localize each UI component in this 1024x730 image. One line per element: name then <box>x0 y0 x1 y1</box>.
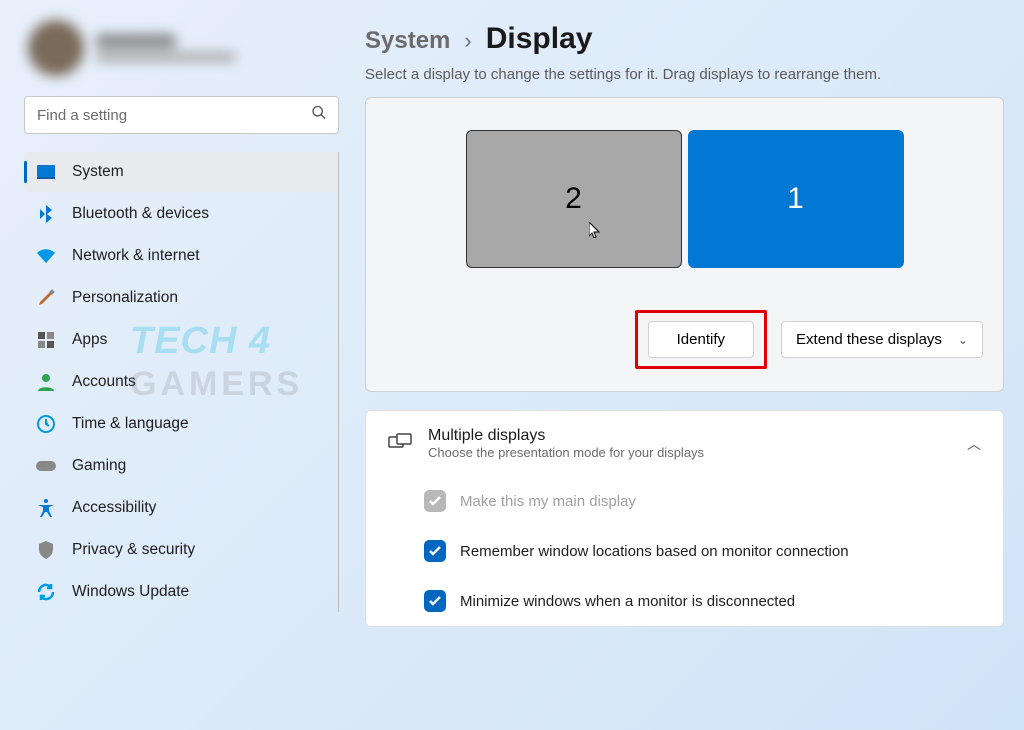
apps-icon <box>36 330 56 350</box>
nav-label: Personalization <box>72 289 178 307</box>
group-title-block: Multiple displays Choose the presentatio… <box>428 427 949 460</box>
update-icon <box>36 582 56 602</box>
search-input[interactable] <box>24 96 339 134</box>
search-row <box>24 96 339 134</box>
sidebar-item-accounts[interactable]: Accounts <box>24 362 338 402</box>
option-label: Minimize windows when a monitor is disco… <box>460 593 981 610</box>
user-profile-block[interactable] <box>24 12 339 96</box>
display-mode-dropdown[interactable]: Extend these displays ⌄ <box>781 321 983 358</box>
option-label: Remember window locations based on monit… <box>460 543 981 560</box>
monitor-2[interactable]: 2 <box>466 130 682 268</box>
checkbox-main-display <box>424 490 446 512</box>
user-text-block <box>96 34 236 62</box>
group-title: Multiple displays <box>428 427 949 445</box>
sidebar-item-apps[interactable]: Apps <box>24 320 338 360</box>
chevron-down-icon: ⌄ <box>958 333 968 347</box>
nav-list: System Bluetooth & devices Network & int… <box>24 152 339 612</box>
nav-label: System <box>72 163 124 181</box>
option-main-display: Make this my main display <box>366 476 1003 526</box>
sidebar-item-personalization[interactable]: Personalization <box>24 278 338 318</box>
nav-label: Windows Update <box>72 583 189 601</box>
nav-label: Time & language <box>72 415 189 433</box>
multiple-displays-group: Multiple displays Choose the presentatio… <box>365 410 1004 627</box>
panel-actions: Identify Extend these displays ⌄ <box>386 310 983 369</box>
nav-label: Apps <box>72 331 107 349</box>
wifi-icon <box>36 246 56 266</box>
dropdown-label: Extend these displays <box>796 331 942 348</box>
nav-label: Accessibility <box>72 499 156 517</box>
settings-app: System Bluetooth & devices Network & int… <box>0 0 1024 730</box>
multiple-displays-header[interactable]: Multiple displays Choose the presentatio… <box>366 411 1003 476</box>
annotation-highlight: Identify <box>635 310 767 369</box>
main-content: System › Display Select a display to cha… <box>355 12 1024 730</box>
nav-label: Privacy & security <box>72 541 195 559</box>
chevron-right-icon: › <box>464 28 471 54</box>
sidebar-item-privacy[interactable]: Privacy & security <box>24 530 338 570</box>
sidebar-item-gaming[interactable]: Gaming <box>24 446 338 486</box>
chevron-up-icon: ︿ <box>967 434 981 454</box>
sidebar-item-windows-update[interactable]: Windows Update <box>24 572 338 612</box>
person-icon <box>36 372 56 392</box>
avatar <box>28 20 84 76</box>
nav-label: Gaming <box>72 457 126 475</box>
option-minimize-disconnect[interactable]: Minimize windows when a monitor is disco… <box>366 576 1003 626</box>
shield-icon <box>36 540 56 560</box>
display-arrangement-panel: 2 1 Identify Extend these displays ⌄ <box>365 97 1004 392</box>
nav-label: Network & internet <box>72 247 200 265</box>
clock-globe-icon <box>36 414 56 434</box>
option-remember-locations[interactable]: Remember window locations based on monit… <box>366 526 1003 576</box>
breadcrumb: System › Display <box>365 22 1004 56</box>
paintbrush-icon <box>36 288 56 308</box>
displays-icon <box>388 433 410 455</box>
accessibility-icon <box>36 498 56 518</box>
monitor-number: 2 <box>565 182 582 216</box>
monitor-1[interactable]: 1 <box>688 130 904 268</box>
sidebar-item-time-language[interactable]: Time & language <box>24 404 338 444</box>
bluetooth-icon <box>36 204 56 224</box>
option-label: Make this my main display <box>460 493 981 510</box>
checkbox-minimize-disconnect[interactable] <box>424 590 446 612</box>
system-icon <box>36 162 56 182</box>
nav-label: Accounts <box>72 373 136 391</box>
page-title: Display <box>486 22 593 56</box>
checkbox-remember-locations[interactable] <box>424 540 446 562</box>
user-email-blurred <box>96 52 236 62</box>
page-subtitle: Select a display to change the settings … <box>365 66 1004 83</box>
sidebar-item-bluetooth[interactable]: Bluetooth & devices <box>24 194 338 234</box>
group-subtitle: Choose the presentation mode for your di… <box>428 445 949 460</box>
user-name-blurred <box>96 34 176 48</box>
sidebar: System Bluetooth & devices Network & int… <box>0 12 355 730</box>
breadcrumb-parent[interactable]: System <box>365 27 450 55</box>
sidebar-item-accessibility[interactable]: Accessibility <box>24 488 338 528</box>
search-icon <box>311 105 327 126</box>
sidebar-item-system[interactable]: System <box>24 152 338 192</box>
cursor-icon <box>589 222 601 241</box>
monitor-layout[interactable]: 2 1 <box>386 130 983 268</box>
gamepad-icon <box>36 456 56 476</box>
monitor-number: 1 <box>787 182 804 216</box>
sidebar-item-network[interactable]: Network & internet <box>24 236 338 276</box>
nav-label: Bluetooth & devices <box>72 205 209 223</box>
identify-button[interactable]: Identify <box>648 321 754 358</box>
